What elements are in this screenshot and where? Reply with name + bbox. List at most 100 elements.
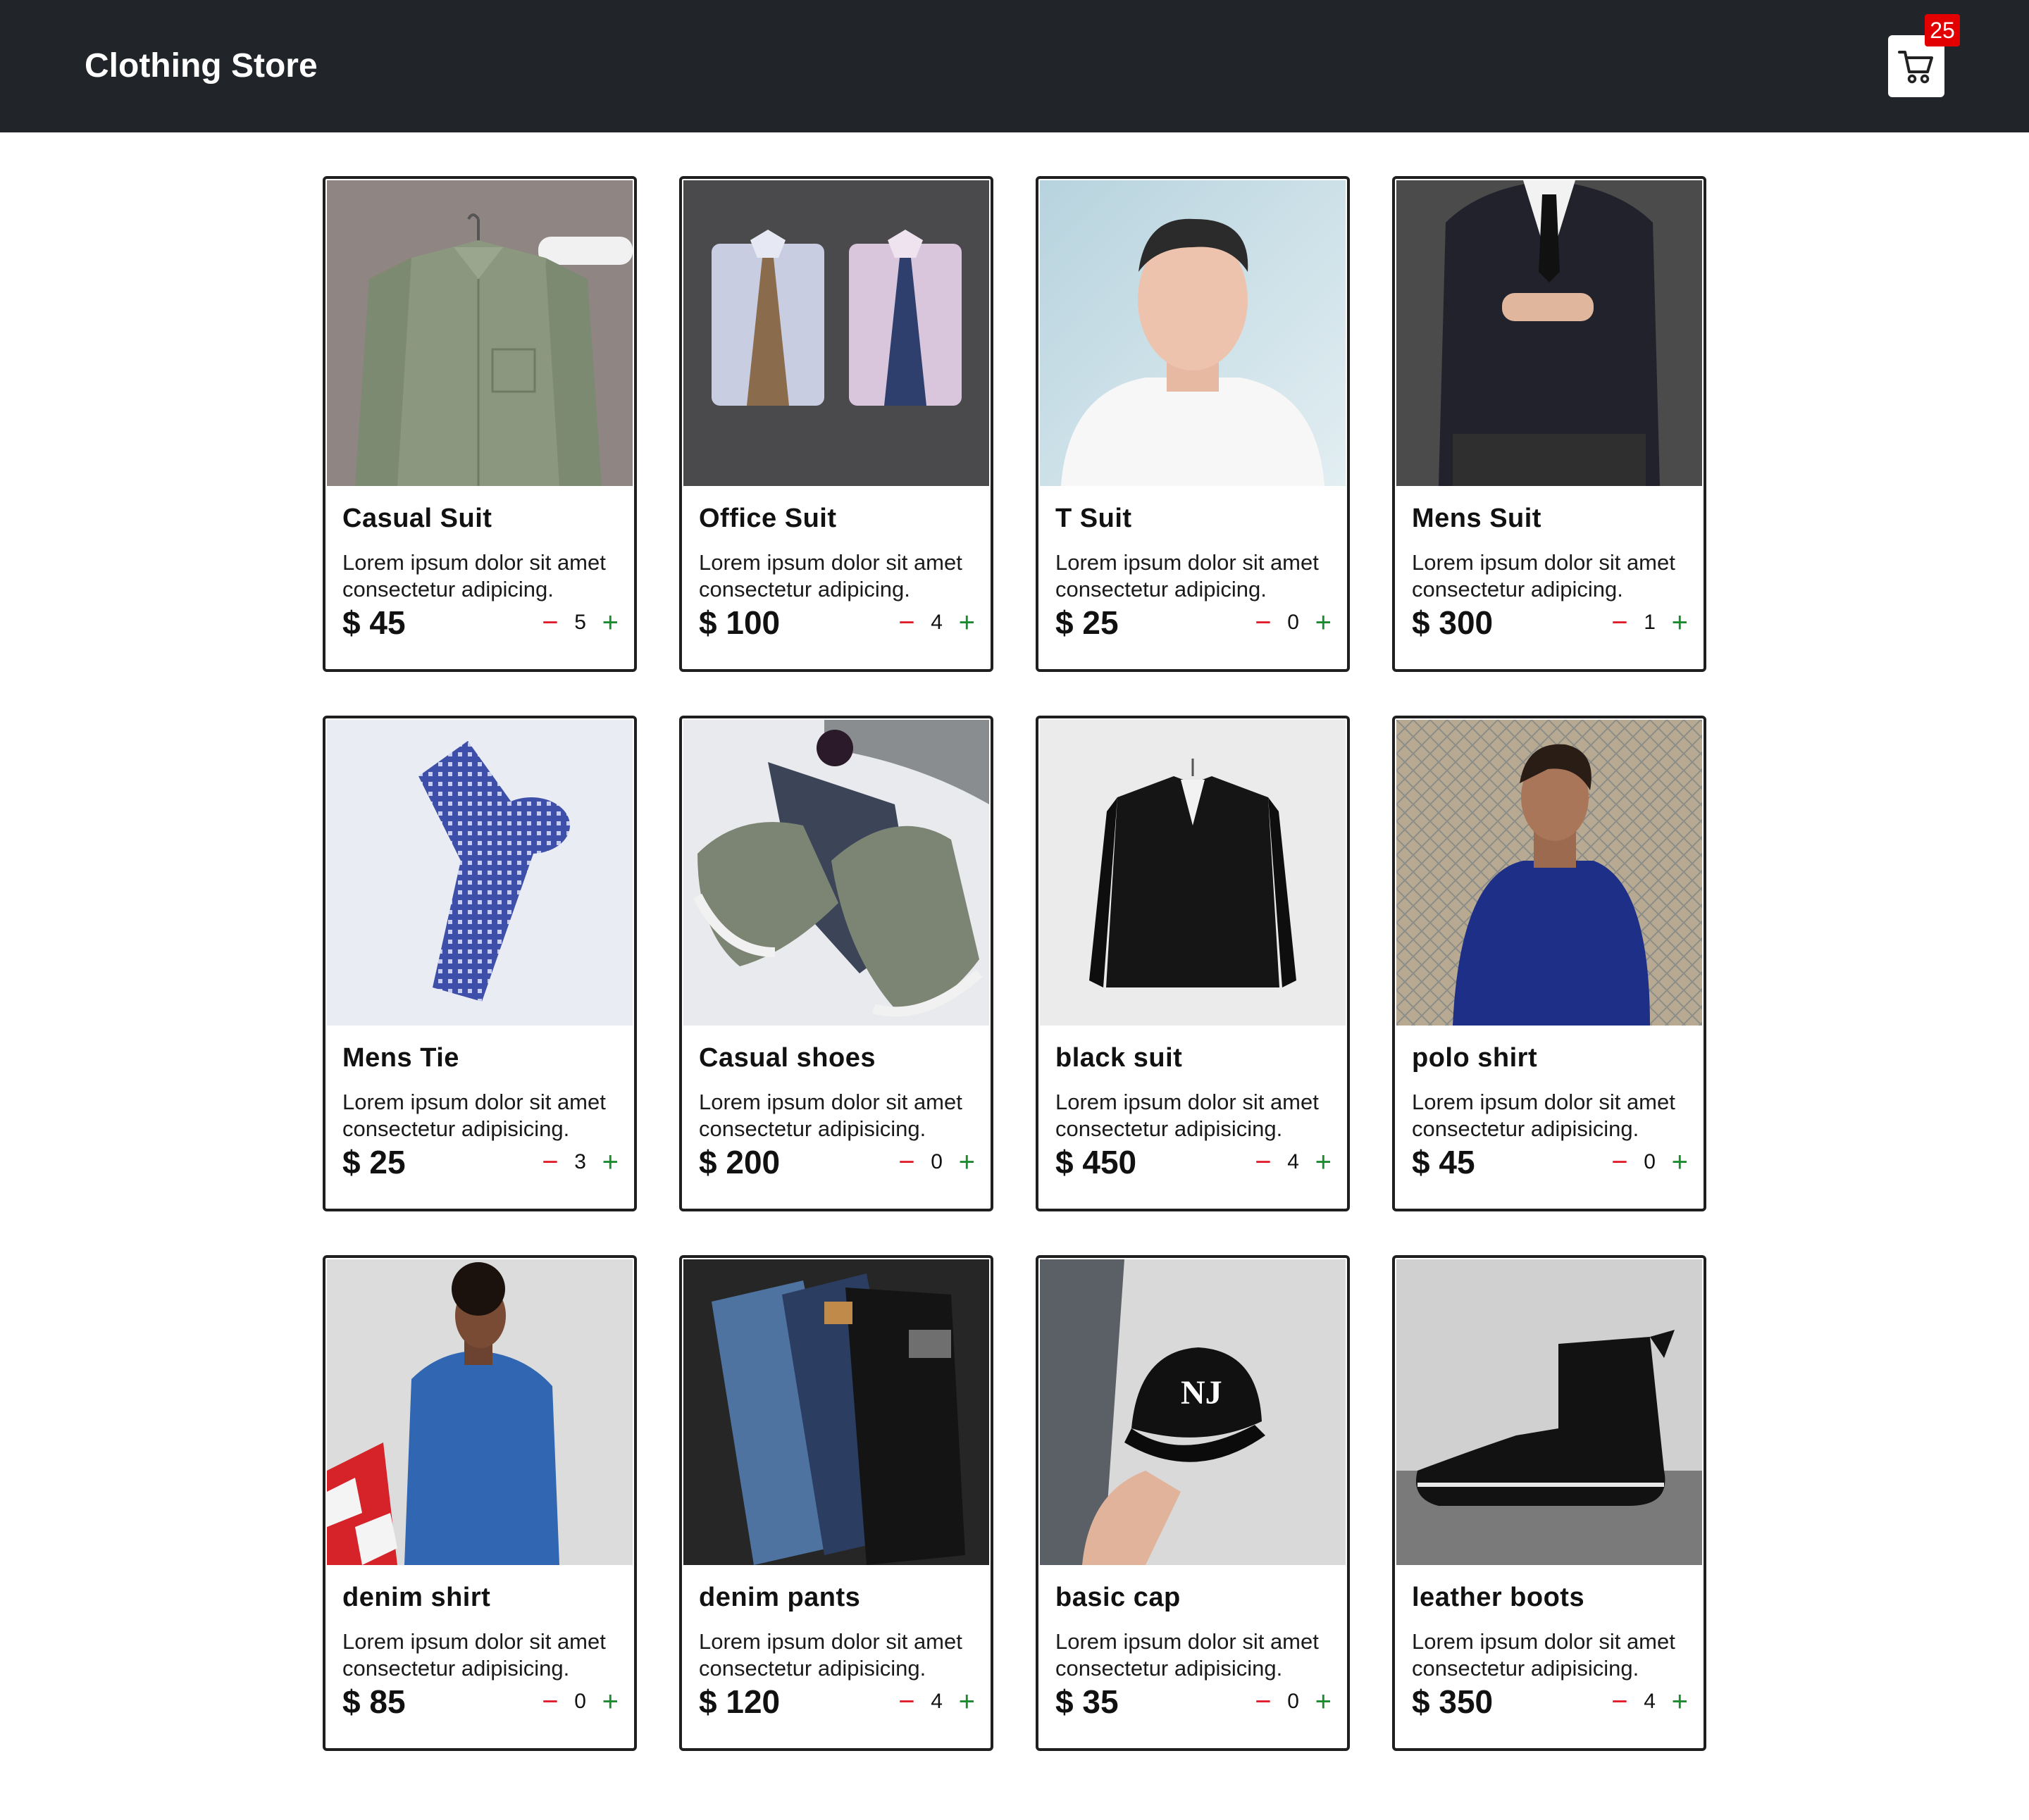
increase-button[interactable]: + (959, 609, 975, 637)
quantity-stepper: − 1 + (1611, 606, 1688, 640)
decrease-button[interactable]: − (1255, 609, 1271, 637)
product-image (1396, 720, 1702, 1026)
product-image (1040, 180, 1346, 486)
increase-button[interactable]: + (959, 1688, 975, 1716)
product-card: black suit Lorem ipsum dolor sit amet co… (1036, 716, 1350, 1211)
product-price: $ 45 (1412, 1144, 1475, 1180)
product-card: Casual Suit Lorem ipsum dolor sit amet c… (323, 176, 637, 672)
quantity-value: 1 (1644, 611, 1656, 634)
product-image: NJ (1040, 1259, 1346, 1565)
product-card: NJ basic cap Lorem ipsum dolor sit amet … (1036, 1255, 1350, 1751)
product-description: Lorem ipsum dolor sit amet consectetur a… (1412, 1629, 1675, 1681)
product-card: polo shirt Lorem ipsum dolor sit amet co… (1392, 716, 1706, 1211)
quantity-stepper: − 4 + (898, 606, 975, 640)
decrease-button[interactable]: − (898, 1688, 914, 1716)
product-image (1396, 180, 1702, 486)
product-card: Office Suit Lorem ipsum dolor sit amet c… (679, 176, 993, 672)
quantity-stepper: − 4 + (898, 1685, 975, 1719)
decrease-button[interactable]: − (1611, 1148, 1627, 1176)
product-card: Mens Suit Lorem ipsum dolor sit amet con… (1392, 176, 1706, 672)
product-price: $ 450 (1055, 1144, 1137, 1180)
product-title: denim shirt (342, 1583, 491, 1612)
navbar: Clothing Store 25 (0, 0, 2029, 132)
decrease-button[interactable]: − (542, 1148, 558, 1176)
product-price: $ 25 (1055, 604, 1119, 641)
product-price: $ 85 (342, 1683, 406, 1720)
quantity-stepper: − 5 + (542, 606, 619, 640)
product-price: $ 200 (699, 1144, 781, 1180)
brand-title[interactable]: Clothing Store (85, 44, 318, 89)
increase-button[interactable]: + (602, 609, 619, 637)
product-description: Lorem ipsum dolor sit amet consectetur a… (1055, 1090, 1319, 1141)
decrease-button[interactable]: − (1611, 1688, 1627, 1716)
product-title: Office Suit (699, 504, 837, 533)
product-price: $ 300 (1412, 604, 1494, 641)
decrease-button[interactable]: − (1611, 609, 1627, 637)
product-description: Lorem ipsum dolor sit amet consectetur a… (699, 1629, 962, 1681)
product-image (327, 720, 633, 1026)
product-image (683, 1259, 989, 1565)
product-image (327, 180, 633, 486)
product-title: Mens Tie (342, 1043, 459, 1073)
product-grid: Casual Suit Lorem ipsum dolor sit amet c… (323, 176, 1706, 1751)
product-description: Lorem ipsum dolor sit amet consectetur a… (342, 550, 606, 602)
product-image (683, 720, 989, 1026)
increase-button[interactable]: + (602, 1688, 619, 1716)
product-image (327, 1259, 633, 1565)
product-title: Casual Suit (342, 504, 492, 533)
quantity-value: 4 (931, 1690, 943, 1713)
increase-button[interactable]: + (959, 1148, 975, 1176)
product-title: denim pants (699, 1583, 861, 1612)
quantity-value: 4 (931, 611, 943, 634)
product-title: basic cap (1055, 1583, 1181, 1612)
quantity-value: 0 (1644, 1150, 1656, 1173)
decrease-button[interactable]: − (542, 1688, 558, 1716)
product-title: T Suit (1055, 504, 1132, 533)
product-card: leather boots Lorem ipsum dolor sit amet… (1392, 1255, 1706, 1751)
decrease-button[interactable]: − (1255, 1688, 1271, 1716)
product-title: Mens Suit (1412, 504, 1541, 533)
quantity-stepper: − 0 + (542, 1685, 619, 1719)
increase-button[interactable]: + (602, 1148, 619, 1176)
quantity-stepper: − 3 + (542, 1145, 619, 1179)
product-card: Mens Tie Lorem ipsum dolor sit amet cons… (323, 716, 637, 1211)
shopping-cart-icon (1898, 51, 1933, 84)
product-title: polo shirt (1412, 1043, 1538, 1073)
decrease-button[interactable]: − (1255, 1148, 1271, 1176)
increase-button[interactable]: + (1315, 609, 1332, 637)
product-title: black suit (1055, 1043, 1183, 1073)
product-card: Casual shoes Lorem ipsum dolor sit amet … (679, 716, 993, 1211)
product-price: $ 120 (699, 1683, 781, 1720)
product-price: $ 35 (1055, 1683, 1119, 1720)
decrease-button[interactable]: − (542, 609, 558, 637)
product-description: Lorem ipsum dolor sit amet consectetur a… (342, 1090, 606, 1141)
increase-button[interactable]: + (1672, 609, 1688, 637)
increase-button[interactable]: + (1672, 1688, 1688, 1716)
svg-text:NJ: NJ (1181, 1374, 1222, 1411)
product-description: Lorem ipsum dolor sit amet consectetur a… (1412, 1090, 1675, 1141)
quantity-value: 3 (574, 1150, 586, 1173)
increase-button[interactable]: + (1315, 1148, 1332, 1176)
increase-button[interactable]: + (1315, 1688, 1332, 1716)
quantity-value: 5 (574, 611, 586, 634)
product-image (683, 180, 989, 486)
product-price: $ 25 (342, 1144, 406, 1180)
product-card: denim shirt Lorem ipsum dolor sit amet c… (323, 1255, 637, 1751)
product-description: Lorem ipsum dolor sit amet consectetur a… (1055, 550, 1319, 602)
quantity-value: 4 (1287, 1150, 1299, 1173)
product-card: denim pants Lorem ipsum dolor sit amet c… (679, 1255, 993, 1751)
product-price: $ 45 (342, 604, 406, 641)
quantity-value: 0 (1287, 611, 1299, 634)
decrease-button[interactable]: − (898, 609, 914, 637)
quantity-value: 0 (574, 1690, 586, 1713)
cart-count-badge: 25 (1925, 14, 1960, 46)
product-image (1396, 1259, 1702, 1565)
product-title: leather boots (1412, 1583, 1585, 1612)
decrease-button[interactable]: − (898, 1148, 914, 1176)
quantity-stepper: − 0 + (1255, 1685, 1332, 1719)
increase-button[interactable]: + (1672, 1148, 1688, 1176)
product-description: Lorem ipsum dolor sit amet consectetur a… (342, 1629, 606, 1681)
product-description: Lorem ipsum dolor sit amet consectetur a… (699, 1090, 962, 1141)
product-image (1040, 720, 1346, 1026)
quantity-stepper: − 4 + (1255, 1145, 1332, 1179)
